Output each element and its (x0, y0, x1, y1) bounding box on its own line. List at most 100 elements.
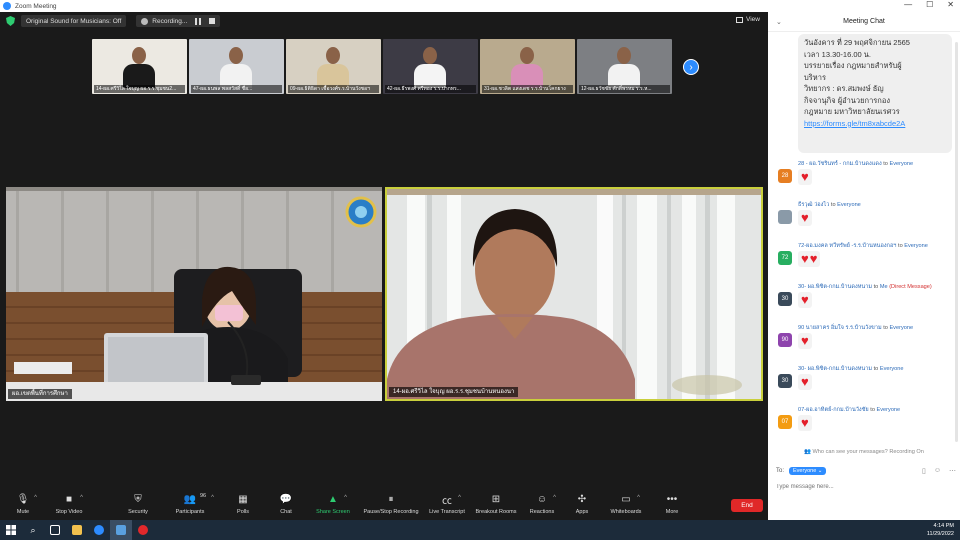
recipient-name: Me (879, 284, 888, 290)
chat-message-header: 07-ผอ.อาทิตย์-กกม.บ้านวังชัย to Everyone (798, 406, 900, 414)
sender-name[interactable]: ธีรวุฒิ ว่องไว (798, 202, 829, 208)
participant-thumbnail[interactable]: 47-ผอ.ธนพล พลสวัสดิ์ ชื่อ... (189, 39, 284, 94)
chat-message-header: 90 นายสาคร อิ่มใจ ร.ร.บ้านวังขาม to Ever… (798, 324, 913, 332)
taskbar-task-view-button[interactable] (44, 520, 66, 540)
clock-time: 4:14 PM (933, 523, 954, 529)
video-options-caret-icon[interactable]: ^ (80, 495, 83, 501)
chat-message-bubble: ♥ (798, 210, 812, 226)
sender-name[interactable]: 90 นายสาคร อิ่มใจ ร.ร.บ้านวังขาม (798, 325, 882, 331)
sender-avatar (778, 210, 792, 224)
more-dots-icon: ••• (666, 494, 678, 505)
chat-message-header: 30- ผอ.พิชิต-กกม.บ้านดงหนาม to Everyone (798, 365, 903, 373)
more-button[interactable]: ••• More (642, 494, 702, 515)
participant-head (326, 47, 340, 64)
taskbar-file-explorer[interactable] (66, 520, 88, 540)
cc-icon: ㏄ (442, 496, 452, 507)
participant-thumbnail[interactable]: 12-ผอ.ธวัชชัย ศักดิ์พรหม ร.ร.ห... (577, 39, 672, 94)
original-sound-toggle[interactable]: Original Sound for Musicians: Off (21, 15, 127, 27)
security-shield-icon[interactable] (6, 16, 15, 26)
sender-avatar: 28 (778, 169, 792, 183)
view-button[interactable]: View (736, 16, 760, 23)
chat-message-link[interactable]: https://forms.gle/tm8xabcde2A (804, 118, 946, 130)
share-screen-button[interactable]: ▲ ^ Share Screen (303, 494, 363, 515)
chat-message-line: กฎหมาย มหาวิทยาลัยนเรศวร (804, 107, 900, 116)
zoom-logo-icon (3, 2, 11, 10)
whiteboards-options-caret-icon[interactable]: ^ (637, 495, 640, 501)
to-word: to (873, 284, 879, 290)
pause-stop-recording-button[interactable]: ⏸ Pause/Stop Recording (361, 494, 421, 515)
microphone-icon: 🎙 (16, 494, 30, 505)
folder-icon (72, 525, 82, 535)
share-options-caret-icon[interactable]: ^ (344, 495, 347, 501)
windows-logo-icon (6, 525, 16, 535)
participant-thumbnail[interactable]: 09-ผอ.ธิติธิดา เชื้อวงศ์ร.ร.บ้านวังชอฯ (286, 39, 381, 94)
to-label: To: (776, 468, 785, 474)
chat-scrollbar[interactable] (955, 42, 958, 442)
security-button[interactable]: ⛨ Security (108, 494, 168, 515)
taskbar-search-button[interactable]: ⌕ (22, 520, 44, 540)
participants-label: Participants (175, 509, 205, 515)
video-tile-active-speaker[interactable]: 14-ผอ.ศรีวิไล ใจบุญ ผอ.ร.ร.ชุมชนบ้านหนอง… (385, 187, 763, 401)
sender-name[interactable]: 07-ผอ.อาทิตย์-กกม.บ้านวังชัย (798, 407, 869, 413)
participant-thumbnail[interactable]: 14-ผอ.ศรีวิไล ใจบุญ ผอ.ร.ร.ชุมชน2... (92, 39, 187, 94)
recording-indicator: Recording... (136, 15, 221, 27)
participants-icon: 👥 (183, 494, 197, 505)
stop-recording-icon[interactable] (209, 18, 216, 24)
sender-avatar: 30 (778, 374, 792, 388)
view-label: View (746, 16, 760, 23)
more-dots-icon[interactable]: ⋯ (949, 467, 956, 475)
heart-icon: ♥ (801, 333, 809, 348)
chevron-down-icon[interactable]: ⌄ (776, 18, 782, 26)
recipient-name: Everyone (889, 161, 914, 167)
whiteboards-label: Whiteboards (610, 509, 642, 515)
recipient-name: Everyone (876, 407, 901, 413)
chat-message-header: ธีรวุฒิ ว่องไว to Everyone (798, 201, 861, 209)
who-can-see-messages-link[interactable]: 👥 Who can see your messages? Recording O… (804, 449, 924, 455)
sender-name[interactable]: 28 - ผอ.วัชรินทร์ - กกม.บ้านดงแดง (798, 161, 882, 167)
participant-name-label: 47-ผอ.ธนพล พลสวัสดิ์ ชื่อ... (191, 85, 282, 93)
polls-label: Polls (237, 509, 249, 515)
meeting-area: Original Sound for Musicians: Off Record… (0, 12, 768, 490)
chat-message-bubble: ♥ (798, 374, 812, 390)
emoji-icon[interactable]: ☺ (934, 467, 941, 475)
sender-name[interactable]: 30- ผอ.พิชิต-กกม.บ้านดงหนาม (798, 284, 872, 290)
taskbar-zoom-app[interactable] (88, 520, 110, 540)
pause-recording-icon[interactable] (195, 17, 202, 25)
video-name-label-host: ผอ.เขตพื้นที่การศึกษา (8, 389, 72, 399)
maximize-button[interactable]: ☐ (926, 0, 933, 9)
video-frame-host (6, 187, 382, 401)
heart-icon: ♥ (809, 251, 818, 266)
taskbar-active-app[interactable] (110, 520, 132, 540)
participant-thumbnail[interactable]: 42-ผอ.ธีรพงศ์ ศรีทอง ร.ร.ปากทร... (383, 39, 478, 94)
video-tile-host[interactable]: ผอ.เขตพื้นที่การศึกษา (6, 187, 382, 401)
windows-start-button[interactable] (0, 520, 22, 540)
close-window-button[interactable]: ✕ (947, 0, 954, 9)
heart-icon: ♥ (801, 251, 809, 266)
minimize-button[interactable]: — (904, 0, 912, 9)
taskbar-opera-app[interactable] (132, 520, 154, 540)
chat-message-input[interactable] (776, 481, 951, 493)
direct-message-badge: (Direct Message) (889, 284, 932, 290)
chat-input-icons: ▯ ☺ ⋯ (922, 467, 956, 475)
gallery-next-page-button[interactable]: › (683, 59, 699, 75)
sender-name[interactable]: 30- ผอ.พิชิต-กกม.บ้านดงหนาม (798, 366, 872, 372)
recipient-name: Everyone (879, 366, 904, 372)
video-camera-icon: ■ (65, 494, 73, 505)
stop-video-button[interactable]: ■ ^ Stop Video (39, 494, 99, 515)
file-icon[interactable]: ▯ (922, 467, 926, 475)
mute-options-caret-icon[interactable]: ^ (34, 495, 37, 501)
transcript-options-caret-icon[interactable]: ^ (458, 495, 461, 501)
participant-name-label: 42-ผอ.ธีรพงศ์ ศรีทอง ร.ร.ปากทร... (385, 85, 476, 93)
chat-message-bubble: ♥ ♥ (798, 251, 821, 267)
chat-message-line: วันอังคาร ที่ 29 พฤศจิกายน 2565 (804, 38, 910, 47)
end-meeting-button[interactable]: End (731, 499, 763, 512)
video-name-label-active-speaker: 14-ผอ.ศรีวิไล ใจบุญ ผอ.ร.ร.ชุมชนบ้านหนอง… (389, 387, 519, 397)
participants-button[interactable]: 👥 96 ^ Participants (160, 493, 220, 515)
sender-avatar: 90 (778, 333, 792, 347)
to-word: to (873, 366, 879, 372)
participant-thumbnail[interactable]: 31-ผอ.ชวลิต แสงเดช ร.ร.บ้านโคกยาง (480, 39, 575, 94)
participant-name-label: 31-ผอ.ชวลิต แสงเดช ร.ร.บ้านโคกยาง (482, 85, 573, 93)
sender-name[interactable]: 72-ผอ.มงคล ทวีทรัพย์ -ร.ร.บ้านหนองกอฯ (798, 243, 896, 249)
taskbar-clock[interactable]: 4:14 PM 11/29/2022 (927, 522, 954, 538)
recipient-select[interactable]: Everyone ⌄ (789, 467, 827, 475)
